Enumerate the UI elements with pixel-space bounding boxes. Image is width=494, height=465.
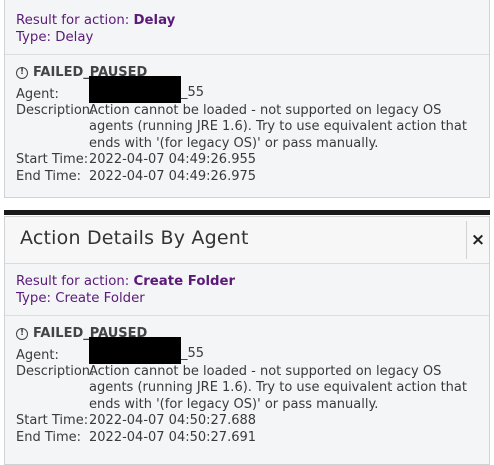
end-time-row: End Time: 2022-04-07 04:50:27.691 — [16, 430, 478, 446]
agent-row: Agent: _55 — [16, 337, 478, 364]
type-line: Type: Delay — [16, 29, 478, 46]
agent-label: Agent: — [16, 347, 59, 363]
type-value: Create Folder — [55, 291, 145, 306]
dialog-title: Action Details By Agent — [20, 227, 249, 249]
dialog-header: Action Details By Agent × — [5, 217, 489, 264]
description-row: Description: Action cannot be loaded - n… — [16, 103, 478, 152]
type-line: Type: Create Folder — [16, 290, 478, 307]
action-name: Delay — [133, 13, 176, 28]
start-time-value: 2022-04-07 04:49:26.955 — [89, 152, 257, 168]
end-time-value: 2022-04-07 04:49:26.975 — [89, 168, 257, 184]
type-label: Type: — [16, 291, 52, 306]
redacted-agent-name — [89, 76, 181, 103]
result-label: Result for action: — [16, 13, 130, 28]
action-details-panel-delay: Result for action: Delay Type: Delay ! F… — [4, 0, 490, 198]
agent-result: ! FAILED_PAUSED Agent: _55 Description: … — [5, 316, 489, 446]
end-time-value: 2022-04-07 04:50:27.691 — [89, 429, 257, 445]
start-time-label: Start Time: — [16, 413, 89, 429]
redacted-agent-name — [89, 337, 181, 364]
result-header: Result for action: Create Folder Type: C… — [5, 264, 489, 316]
end-time-label: End Time: — [16, 429, 82, 445]
agent-result: ! FAILED_PAUSED Agent: _55 Description: … — [5, 55, 489, 185]
start-time-label: Start Time: — [16, 152, 89, 168]
action-name: Create Folder — [133, 274, 236, 289]
agent-label: Agent: — [16, 86, 59, 102]
agent-value: _55 — [89, 337, 478, 364]
description-row: Description: Action cannot be loaded - n… — [16, 364, 478, 413]
alert-icon: ! — [16, 66, 28, 79]
alert-icon: ! — [16, 327, 28, 340]
start-time-value: 2022-04-07 04:50:27.688 — [89, 413, 257, 429]
description-text: Action cannot be loaded - not supported … — [89, 103, 467, 151]
close-icon[interactable]: × — [466, 221, 489, 259]
agent-suffix: _55 — [181, 346, 205, 361]
action-details-panel-create-folder: Action Details By Agent × Result for act… — [4, 216, 490, 465]
type-label: Type: — [16, 30, 52, 45]
result-header: Result for action: Delay Type: Delay — [5, 0, 489, 55]
result-line: Result for action: Create Folder — [16, 273, 478, 290]
agent-suffix: _55 — [181, 85, 205, 100]
description-label: Description: — [16, 364, 95, 379]
result-line: Result for action: Delay — [16, 12, 478, 29]
end-time-label: End Time: — [16, 168, 82, 184]
description-label: Description: — [16, 103, 95, 118]
start-time-row: Start Time: 2022-04-07 04:49:26.955 — [16, 152, 478, 168]
agent-value: _55 — [89, 76, 478, 103]
result-label: Result for action: — [16, 274, 130, 289]
description-text: Action cannot be loaded - not supported … — [89, 364, 467, 412]
end-time-row: End Time: 2022-04-07 04:49:26.975 — [16, 169, 478, 185]
agent-row: Agent: _55 — [16, 76, 478, 103]
start-time-row: Start Time: 2022-04-07 04:50:27.688 — [16, 413, 478, 429]
panel-divider — [4, 210, 490, 215]
type-value: Delay — [55, 30, 94, 45]
